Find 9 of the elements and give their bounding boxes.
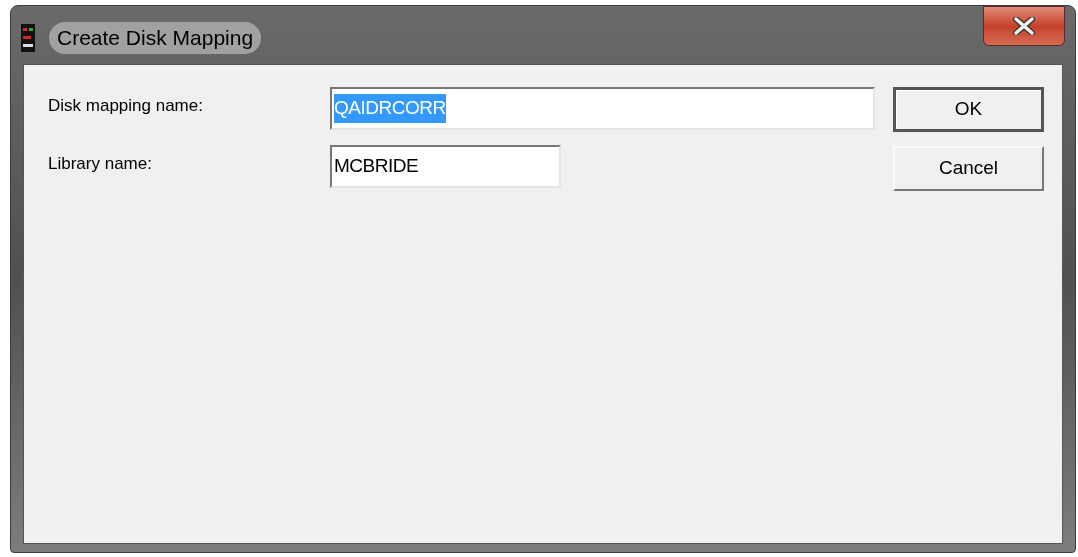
dialog-button[interactable]: OK [893,87,1044,132]
text-field[interactable]: MCBRIDE [330,145,561,188]
app-icon [21,23,35,52]
dialog-button[interactable]: Cancel [893,146,1044,191]
close-icon [1013,17,1035,35]
field-label: Library name: [48,153,153,175]
close-button[interactable] [983,6,1065,46]
window-title: Create Disk Mapping [49,22,262,54]
field-label: Disk mapping name: [48,95,204,117]
